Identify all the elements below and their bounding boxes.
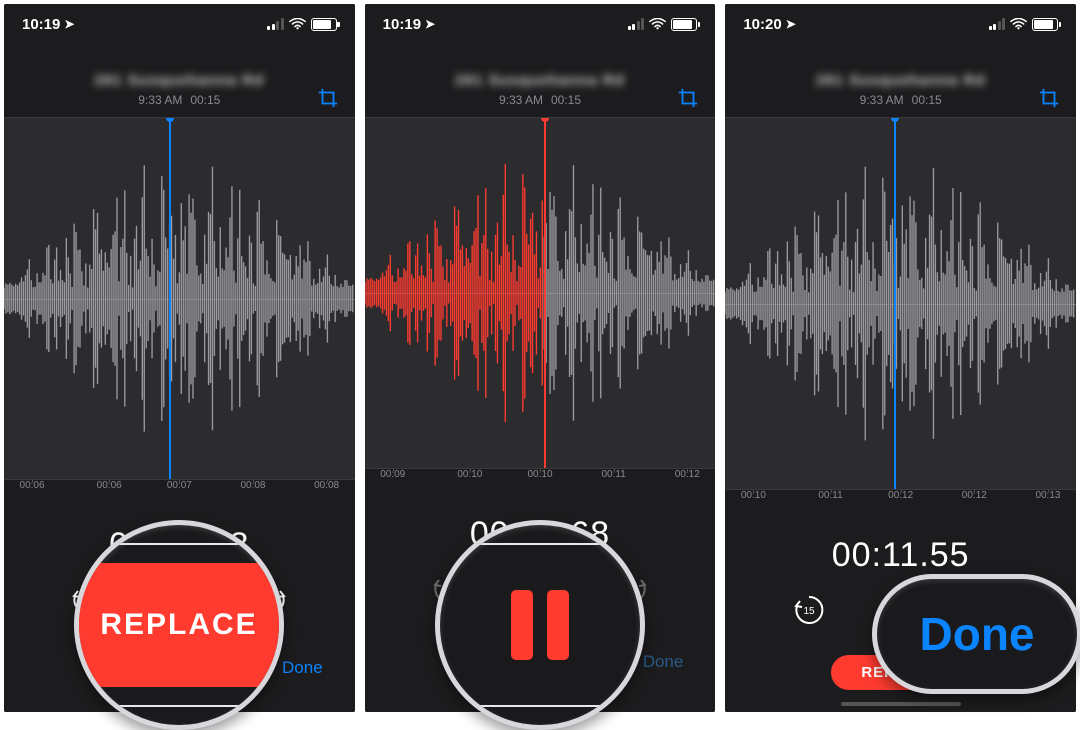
recording-subline: 9:33 AM00:15 — [735, 93, 1066, 107]
battery-icon — [311, 18, 337, 31]
status-time: 10:19 — [383, 16, 421, 33]
wifi-icon — [289, 18, 306, 30]
waveform — [725, 118, 1076, 489]
crop-icon — [677, 87, 699, 109]
recording-header: 281 Susquehanna Rd 9:33 AM00:15 — [4, 44, 355, 117]
crop-icon — [1038, 87, 1060, 109]
waveform — [4, 118, 355, 479]
recording-subline: 9:33 AM00:15 — [375, 93, 706, 107]
callout-done-button: Done — [920, 607, 1035, 661]
time-ruler[interactable]: 00:06 00:06 00:07 00:08 00:08 — [4, 480, 355, 508]
wifi-icon — [1010, 18, 1027, 30]
waveform-view[interactable] — [365, 117, 716, 469]
recording-title[interactable]: 281 Susquehanna Rd — [375, 72, 706, 89]
waveform-view[interactable] — [725, 117, 1076, 490]
status-bar: 10:20 ➤ — [725, 4, 1076, 44]
home-indicator[interactable] — [841, 702, 961, 706]
status-bar: 10:19 ➤ — [4, 4, 355, 44]
callout-magnifier: REPLACE — [74, 520, 284, 730]
trim-button[interactable] — [315, 85, 341, 111]
time-ruler[interactable]: 00:09 00:10 00:10 00:11 00:12 — [365, 469, 716, 497]
status-time: 10:20 — [743, 16, 781, 33]
skip-back-button[interactable]: 15 — [792, 593, 826, 627]
svg-text:15: 15 — [803, 606, 815, 617]
recording-header: 281 Susquehanna Rd 9:33 AM00:15 — [365, 44, 716, 117]
waveform-view[interactable] — [4, 117, 355, 480]
time-ruler[interactable]: 00:10 00:11 00:12 00:12 00:13 — [725, 490, 1076, 518]
battery-icon — [1032, 18, 1058, 31]
cellular-icon — [989, 18, 1006, 30]
phone-screenshot-1: 10:19 ➤ 281 Susquehanna Rd 9:33 AM00:15 — [4, 4, 355, 712]
cellular-icon — [628, 18, 645, 30]
location-icon: ➤ — [425, 17, 435, 31]
status-time: 10:19 — [22, 16, 60, 33]
recording-title[interactable]: 281 Susquehanna Rd — [14, 72, 345, 89]
crop-icon — [317, 87, 339, 109]
callout-magnifier — [435, 520, 645, 730]
phone-screenshot-3: 10:20 ➤ 281 Susquehanna Rd 9:33 AM00:15 — [725, 4, 1076, 712]
phone-screenshot-2: 10:19 ➤ 281 Susquehanna Rd 9:33 AM00:15 — [365, 4, 716, 712]
current-time: 00:11.55 — [739, 536, 1062, 575]
done-button[interactable]: Done — [282, 658, 323, 678]
location-icon: ➤ — [786, 17, 796, 31]
playhead[interactable] — [894, 118, 896, 489]
recording-subline: 9:33 AM00:15 — [14, 93, 345, 107]
wifi-icon — [649, 18, 666, 30]
location-icon: ➤ — [64, 17, 74, 31]
callout-pause-button — [504, 590, 576, 660]
trim-button[interactable] — [1036, 85, 1062, 111]
done-button[interactable]: Done — [643, 652, 684, 672]
callout-magnifier: Done — [872, 574, 1080, 694]
playhead[interactable] — [169, 118, 171, 479]
skip-back-icon: 15 — [792, 593, 826, 627]
recording-header: 281 Susquehanna Rd 9:33 AM00:15 — [725, 44, 1076, 117]
trim-button[interactable] — [675, 85, 701, 111]
recording-title[interactable]: 281 Susquehanna Rd — [735, 72, 1066, 89]
status-bar: 10:19 ➤ — [365, 4, 716, 44]
callout-replace-button: REPLACE — [79, 563, 279, 687]
battery-icon — [671, 18, 697, 31]
cellular-icon — [267, 18, 284, 30]
playhead[interactable] — [544, 118, 546, 468]
waveform — [365, 118, 716, 468]
